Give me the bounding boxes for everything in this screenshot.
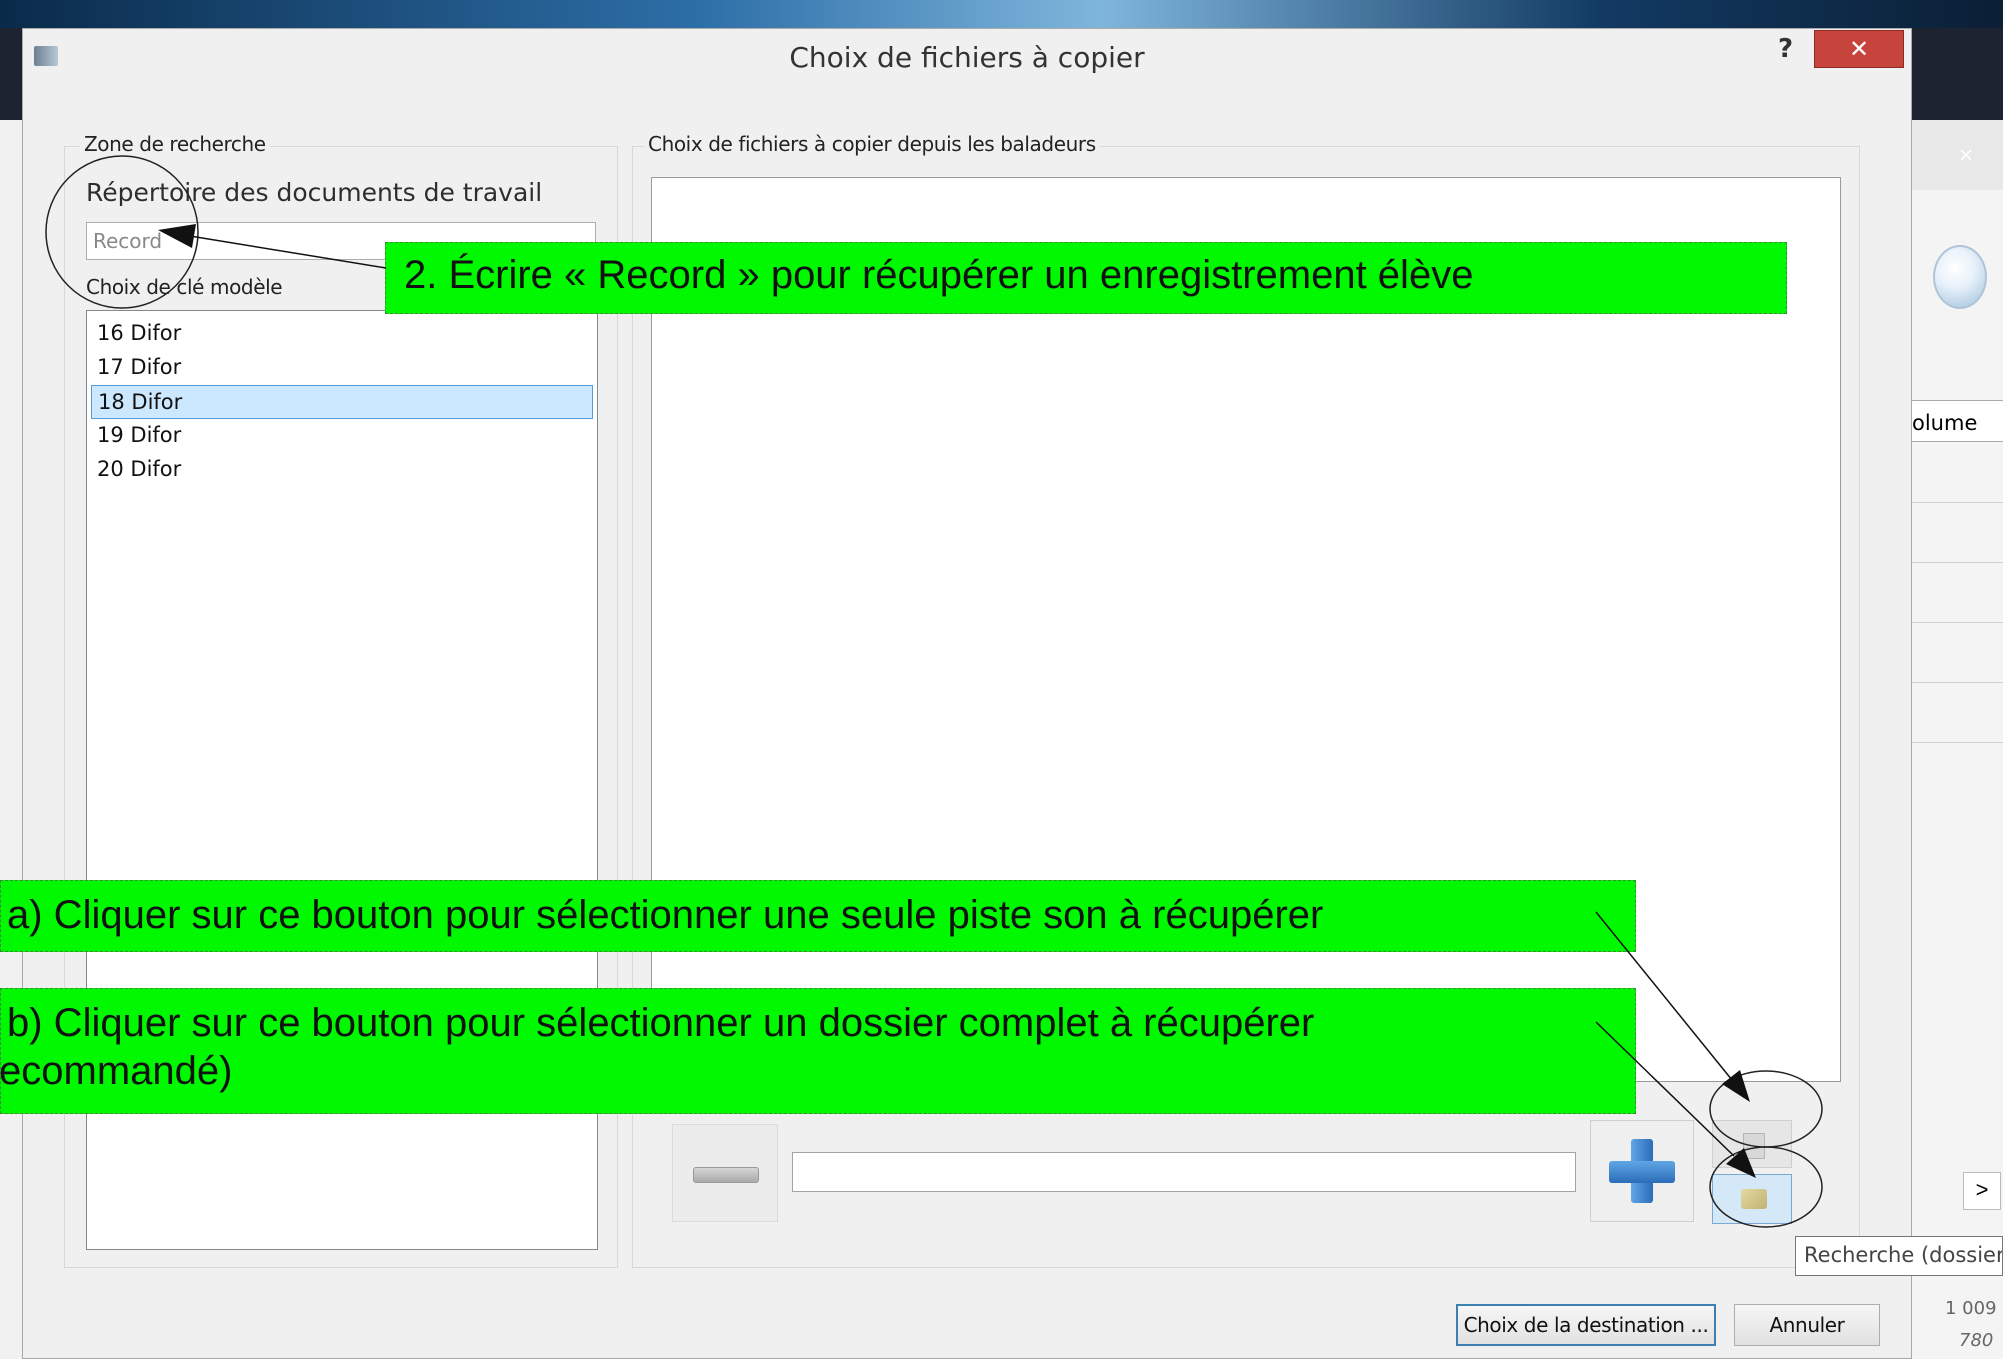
file-icon <box>1743 1133 1765 1159</box>
file-choice-label: Choix de fichiers à copier depuis les ba… <box>644 132 1100 156</box>
annotation-step-3a: a) Cliquer sur ce bouton pour sélectionn… <box>0 880 1636 952</box>
background-window-titlebar <box>1901 120 2003 190</box>
list-item[interactable]: 17 Difor <box>91 351 593 385</box>
lightbulb-icon <box>1933 245 1987 309</box>
path-input[interactable] <box>792 1152 1576 1192</box>
annotation-step-3b-line2: ecommandé) <box>0 1049 233 1093</box>
row-divider <box>1901 502 2003 503</box>
list-item[interactable]: 19 Difor <box>91 419 593 453</box>
volume-column-header[interactable]: olume <box>1901 400 2003 442</box>
select-file-button[interactable] <box>1712 1120 1792 1168</box>
list-item[interactable]: 20 Difor <box>91 453 593 487</box>
row-divider <box>1901 562 2003 563</box>
folder-search-icon <box>1741 1189 1767 1209</box>
minus-icon <box>693 1167 759 1183</box>
tooltip: Recherche (dossier <box>1795 1236 2003 1276</box>
row-divider <box>1901 742 2003 743</box>
annotation-step-2: 2. Écrire « Record » pour récupérer un e… <box>385 242 1787 314</box>
cancel-button[interactable]: Annuler <box>1734 1304 1880 1346</box>
choose-destination-button[interactable]: Choix de la destination ... <box>1456 1304 1716 1346</box>
scroll-right-chevron-icon[interactable]: > <box>1963 1172 2001 1210</box>
annotation-step-3b-line1: b) Cliquer sur ce bouton pour sélectionn… <box>7 1001 1315 1045</box>
annotation-step-3b: b) Cliquer sur ce bouton pour sélectionn… <box>0 988 1636 1114</box>
key-model-label: Choix de clé modèle <box>86 275 283 299</box>
row-divider <box>1901 622 2003 623</box>
background-window-left-edge <box>0 120 24 1359</box>
list-item-selected[interactable]: 18 Difor <box>91 385 593 419</box>
volume-value: 1 009 <box>1945 1298 1997 1319</box>
select-folder-button[interactable] <box>1712 1174 1792 1224</box>
desktop-top-bar <box>0 0 2003 28</box>
background-window: × olume > 1 009 780 <box>1900 120 2003 1359</box>
list-item[interactable]: 16 Difor <box>91 317 593 351</box>
background-close-icon[interactable]: × <box>1959 142 1973 170</box>
search-zone-label: Zone de recherche <box>80 132 270 156</box>
plus-icon-bar <box>1609 1161 1675 1183</box>
dialog-title: Choix de fichiers à copier <box>789 41 1145 74</box>
remove-button[interactable] <box>672 1124 778 1222</box>
add-button[interactable] <box>1590 1120 1694 1222</box>
help-button[interactable]: ? <box>1778 34 1802 66</box>
working-dir-label: Répertoire des documents de travail <box>86 178 543 207</box>
close-button[interactable]: ✕ <box>1814 30 1904 68</box>
row-divider <box>1901 682 2003 683</box>
volume-value: 780 <box>1959 1330 1994 1351</box>
